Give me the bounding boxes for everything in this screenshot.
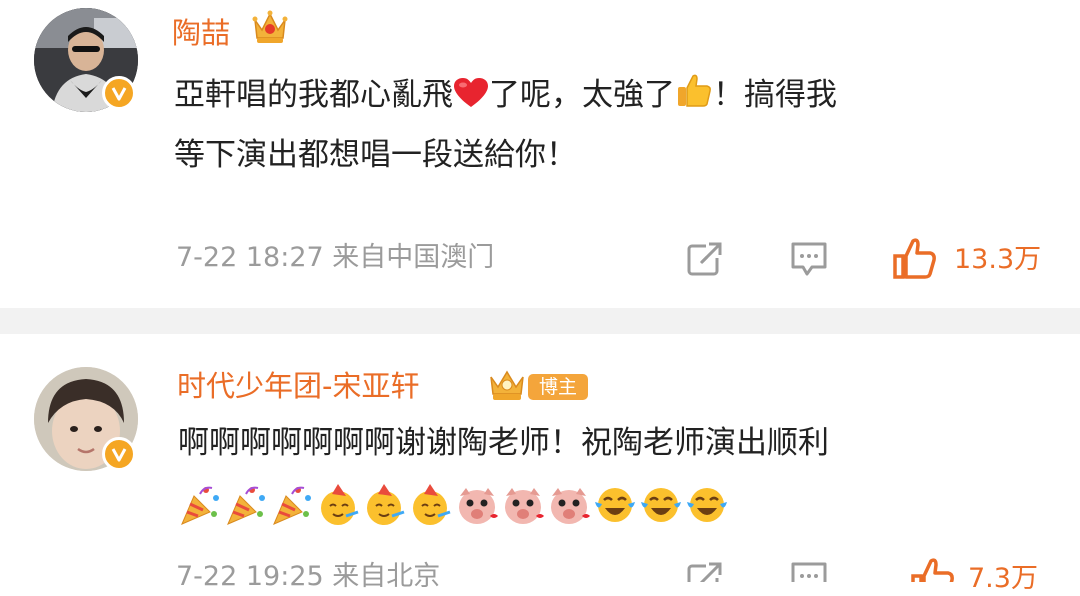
pig-kiss-emoji [500, 482, 546, 528]
party-popper-emoji [178, 482, 224, 528]
party-face-emoji [316, 482, 362, 528]
party-face-emoji [408, 482, 454, 528]
verified-badge-icon [102, 437, 136, 471]
comment-divider [0, 308, 1080, 334]
party-face-emoji [362, 482, 408, 528]
comment-text-part: 亞軒唱的我都心亂飛 [174, 77, 453, 113]
comment-icon[interactable] [790, 560, 828, 596]
heart-emoji [453, 70, 489, 128]
username[interactable]: 陶喆 [172, 15, 230, 51]
comment-text: 亞軒唱的我都心亂飛 了呢，太強了 ！搞得我 [174, 66, 837, 128]
comment-text-part: ！搞得我 [713, 77, 837, 113]
blogger-badge: 博主 [528, 374, 588, 400]
emoji-row [178, 482, 730, 528]
tears-of-joy-emoji [684, 482, 730, 528]
comment-text: 等下演出都想唱一段送給你！ [174, 137, 577, 173]
comment-icon[interactable] [790, 240, 828, 282]
share-icon[interactable] [686, 240, 724, 282]
party-popper-emoji [270, 482, 316, 528]
pig-kiss-emoji [546, 482, 592, 528]
username[interactable]: 时代少年团-宋亚轩 [177, 368, 419, 404]
crown-icon [486, 369, 528, 407]
verified-badge-icon [102, 76, 136, 110]
share-icon[interactable] [686, 560, 724, 596]
party-popper-emoji [224, 482, 270, 528]
comment-meta: 7-22 18:27 来自中国澳门 [176, 242, 495, 273]
like-count: 13.3万 [954, 244, 1042, 275]
tears-of-joy-emoji [638, 482, 684, 528]
pig-kiss-emoji [454, 482, 500, 528]
comment-meta: 7-22 19:25 来自北京 [176, 561, 441, 592]
comment-text-part: 了呢，太強了 [489, 77, 675, 113]
crown-icon [251, 10, 289, 50]
tears-of-joy-emoji [592, 482, 638, 528]
thumbs-up-emoji [675, 70, 713, 128]
like-count: 7.3万 [968, 563, 1038, 594]
like-icon[interactable] [892, 236, 938, 284]
comment-text: 啊啊啊啊啊啊啊谢谢陶老师！祝陶老师演出顺利 [178, 425, 829, 461]
